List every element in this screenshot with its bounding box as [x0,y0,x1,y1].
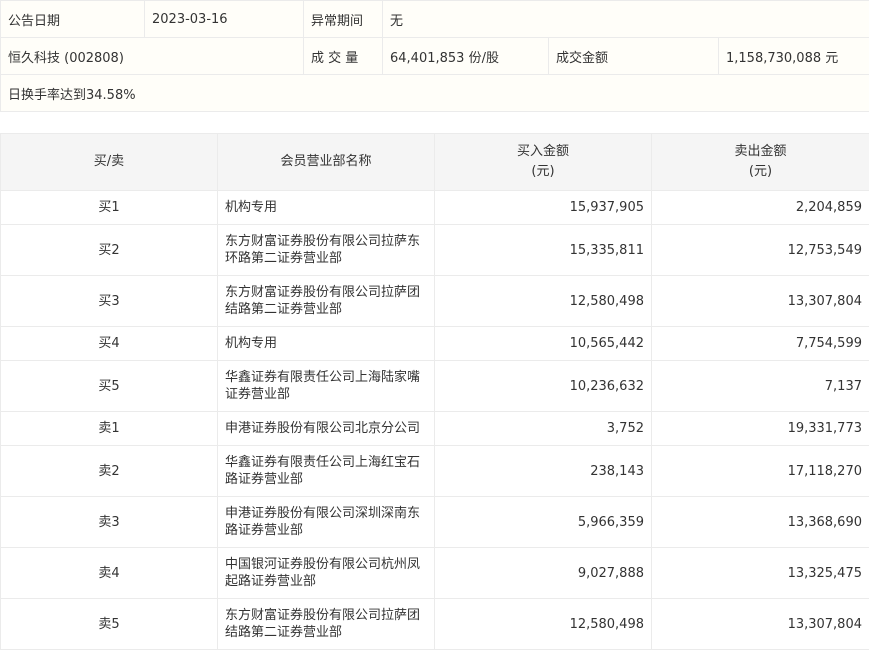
table-row: 卖5 东方财富证券股份有限公司拉萨团结路第二证券营业部 12,580,498 13,3… [0,598,869,650]
info-row: 公告日期 2023-03-16 异常期间 无 [0,0,869,38]
table-row: 买1 机构专用 15,937,905 2,204,859 [0,190,869,225]
volume: 64,401,853 份/股 [382,37,549,75]
sell-amount-cell: 13,307,804 [651,275,869,327]
abnormal-period: 无 [381,0,869,38]
sell-amount-cell: 19,331,773 [651,411,869,446]
abnormal-period-label: 异常期间 [303,0,383,38]
side-cell: 卖2 [0,445,218,497]
reason: 日换手率达到34.58% [0,74,869,112]
sell-amount-cell: 13,307,804 [651,598,869,650]
amount: 1,158,730,088 元 [717,37,869,75]
table-row: 卖2 华鑫证券有限责任公司上海红宝石路证券营业部 238,143 17,118,270 [0,445,869,497]
volume-label: 成 交 量 [303,37,383,75]
info-row: 恒久科技 (002808) 成 交 量 64,401,853 份/股 成交金额 … [0,37,869,75]
buy-amount-cell: 3,752 [434,411,652,446]
sell-amount-cell: 2,204,859 [651,190,869,225]
header-side: 买/卖 [0,133,218,191]
table-row: 卖3 申港证券股份有限公司深圳深南东路证券营业部 5,966,359 13,368,6… [0,496,869,548]
announce-date-label: 公告日期 [0,0,145,38]
header-row: 买/卖 会员营业部名称 买入金额 (元) 卖出金额 (元) [0,133,869,191]
sell-amount-cell: 12,753,549 [651,224,869,276]
side-cell: 买5 [0,360,218,412]
buy-amount-cell: 10,236,632 [434,360,652,412]
sell-amount-cell: 7,754,599 [651,326,869,361]
stock-info-table: 公告日期 2023-03-16 异常期间 无 恒久科技 (002808) 成 交… [0,0,869,112]
header-sell: 卖出金额 (元) [651,133,869,191]
table-row: 买2 东方财富证券股份有限公司拉萨东环路第二证券营业部 15,335,811 12,7… [0,224,869,276]
buy-amount-cell: 10,565,442 [434,326,652,361]
table-row: 买5 华鑫证券有限责任公司上海陆家嘴证券营业部 10,236,632 7,137 [0,360,869,412]
buy-amount-cell: 15,937,905 [434,190,652,225]
sell-amount-cell: 13,368,690 [651,496,869,548]
side-cell: 卖3 [0,496,218,548]
branch-cell: 机构专用 [217,190,435,225]
stock-name: 恒久科技 (002808) [0,37,304,75]
buy-amount-cell: 15,335,811 [434,224,652,276]
trades-table: 买/卖 会员营业部名称 买入金额 (元) 卖出金额 (元) 买1 机构专用 15,937,… [0,133,869,650]
side-cell: 卖1 [0,411,218,446]
side-cell: 买4 [0,326,218,361]
info-row: 日换手率达到34.58% [0,74,869,112]
branch-cell: 东方财富证券股份有限公司拉萨团结路第二证券营业部 [217,275,435,327]
header-buy: 买入金额 (元) [434,133,652,191]
branch-cell: 东方财富证券股份有限公司拉萨团结路第二证券营业部 [217,598,435,650]
branch-cell: 机构专用 [217,326,435,361]
side-cell: 买1 [0,190,218,225]
buy-amount-cell: 5,966,359 [434,496,652,548]
buy-amount-cell: 9,027,888 [434,547,652,599]
branch-cell: 东方财富证券股份有限公司拉萨东环路第二证券营业部 [217,224,435,276]
sell-amount-cell: 13,325,475 [651,547,869,599]
side-cell: 买2 [0,224,218,276]
sell-amount-cell: 17,118,270 [651,445,869,497]
side-cell: 卖5 [0,598,218,650]
announce-date: 2023-03-16 [144,0,304,38]
buy-amount-cell: 238,143 [434,445,652,497]
branch-cell: 申港证券股份有限公司北京分公司 [217,411,435,446]
buy-amount-cell: 12,580,498 [434,275,652,327]
table-row: 卖1 申港证券股份有限公司北京分公司 3,752 19,331,773 [0,411,869,446]
branch-cell: 中国银河证券股份有限公司杭州凤起路证券营业部 [217,547,435,599]
side-cell: 买3 [0,275,218,327]
branch-cell: 申港证券股份有限公司深圳深南东路证券营业部 [217,496,435,548]
side-cell: 卖4 [0,547,218,599]
branch-cell: 华鑫证券有限责任公司上海陆家嘴证券营业部 [217,360,435,412]
table-row: 买3 东方财富证券股份有限公司拉萨团结路第二证券营业部 12,580,498 13,3… [0,275,869,327]
amount-label: 成交金额 [548,37,719,75]
buy-amount-cell: 12,580,498 [434,598,652,650]
header-branch: 会员营业部名称 [217,133,435,191]
sell-amount-cell: 7,137 [651,360,869,412]
table-row: 买4 机构专用 10,565,442 7,754,599 [0,326,869,361]
table-row: 卖4 中国银河证券股份有限公司杭州凤起路证券营业部 9,027,888 13,325,… [0,547,869,599]
branch-cell: 华鑫证券有限责任公司上海红宝石路证券营业部 [217,445,435,497]
